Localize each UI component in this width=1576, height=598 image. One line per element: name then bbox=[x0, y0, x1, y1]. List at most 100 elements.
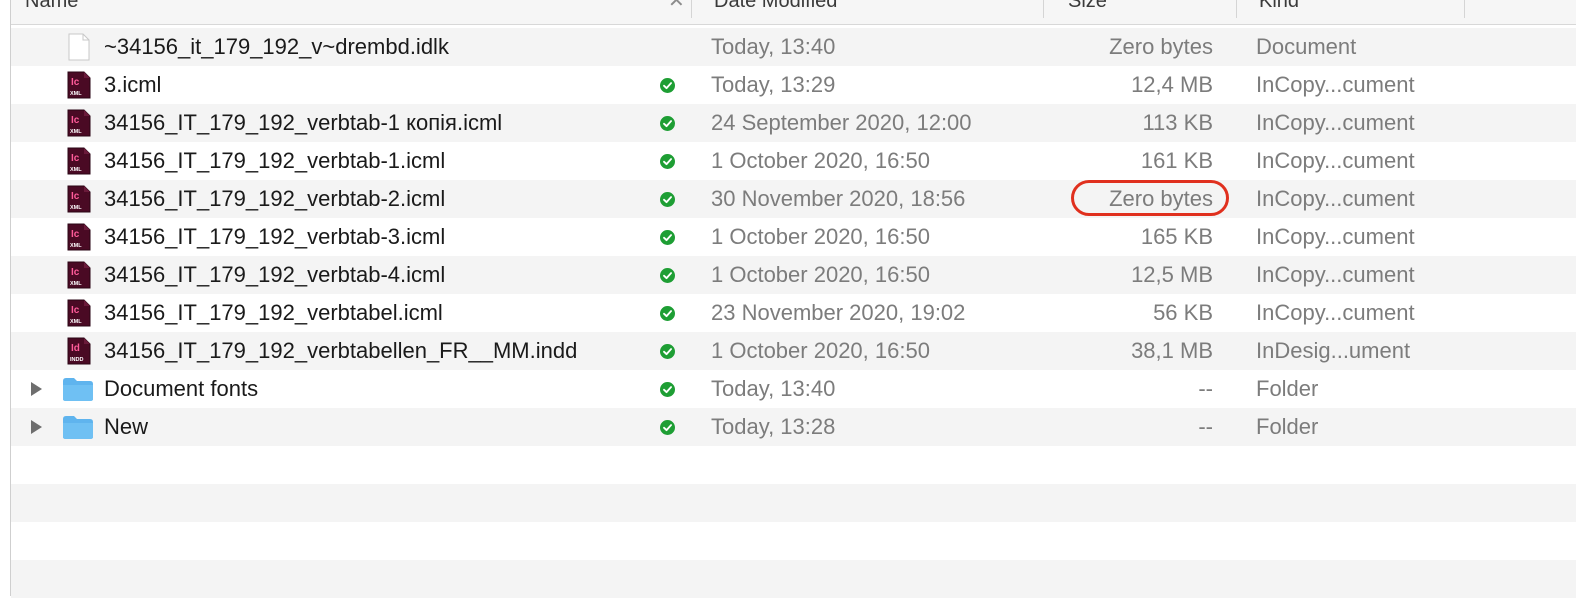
highlight-annotation-ellipse bbox=[1071, 180, 1229, 216]
file-name[interactable]: 34156_IT_179_192_verbtab-2.icml bbox=[104, 180, 445, 218]
file-row[interactable]: Ic XML 34156_IT_179_192_verbtabel.icml 23 N… bbox=[11, 294, 1576, 332]
file-row[interactable]: Ic XML 34156_IT_179_192_verbtab-3.icml 1 Oc… bbox=[11, 218, 1576, 256]
column-divider[interactable] bbox=[691, 0, 692, 18]
file-name[interactable]: 34156_IT_179_192_verbtab-3.icml bbox=[104, 218, 445, 256]
synced-checkmark-icon bbox=[660, 420, 675, 435]
generic-document-icon bbox=[66, 33, 92, 61]
svg-text:XML: XML bbox=[70, 91, 82, 97]
date-modified: 24 September 2020, 12:00 bbox=[711, 110, 972, 135]
file-name[interactable]: 34156_IT_179_192_verbtabel.icml bbox=[104, 294, 443, 332]
incopy-file-icon: Ic XML bbox=[66, 147, 92, 175]
incopy-file-icon: Ic XML bbox=[66, 109, 92, 137]
svg-text:Ic: Ic bbox=[71, 229, 80, 240]
svg-text:Ic: Ic bbox=[71, 267, 80, 278]
file-name[interactable]: 34156_IT_179_192_verbtabellen_FR__MM.ind… bbox=[104, 332, 577, 370]
finder-list-view: Name ✕ Date Modified Size Kind ~34156_it… bbox=[0, 0, 1576, 598]
date-modified: 23 November 2020, 19:02 bbox=[711, 300, 966, 325]
file-size: 165 KB bbox=[1140, 224, 1213, 249]
file-row[interactable]: Ic XML 3.icml Today, 13:29 12,4 MB InCopy...c… bbox=[11, 66, 1576, 104]
file-size: 38,1 MB bbox=[1131, 338, 1213, 363]
incopy-file-icon: Ic XML bbox=[66, 71, 92, 99]
file-name[interactable]: 34156_IT_179_192_verbtab-4.icml bbox=[104, 256, 445, 294]
disclosure-triangle-icon[interactable] bbox=[29, 381, 43, 397]
synced-checkmark-icon bbox=[660, 382, 675, 397]
synced-checkmark-icon bbox=[660, 116, 675, 131]
column-header-kind[interactable]: Kind bbox=[1259, 0, 1299, 13]
disclosure-triangle-icon[interactable] bbox=[29, 419, 43, 435]
column-divider[interactable] bbox=[1464, 0, 1465, 18]
synced-checkmark-icon bbox=[660, 230, 675, 245]
date-modified: 30 November 2020, 18:56 bbox=[711, 186, 966, 211]
file-row[interactable]: ~34156_it_179_192_v~drembd.idlk Today, 13… bbox=[11, 28, 1576, 66]
file-size: 12,4 MB bbox=[1131, 72, 1213, 97]
incopy-file-icon: Ic XML bbox=[66, 261, 92, 289]
svg-text:XML: XML bbox=[70, 129, 82, 135]
file-row[interactable]: Ic XML 34156_IT_179_192_verbtab-1.icml 1 Oc… bbox=[11, 142, 1576, 180]
file-size: 113 KB bbox=[1142, 110, 1213, 135]
svg-text:Id: Id bbox=[71, 343, 80, 354]
file-kind: InCopy...cument bbox=[1256, 300, 1415, 325]
file-kind: InCopy...cument bbox=[1256, 186, 1415, 211]
folder-row[interactable]: Document fonts Today, 13:40 -- Folder bbox=[11, 370, 1576, 408]
date-modified: 1 October 2020, 16:50 bbox=[711, 338, 930, 363]
incopy-file-icon: Ic XML bbox=[66, 223, 92, 251]
file-size: Zero bytes bbox=[1109, 34, 1213, 59]
file-name[interactable]: 3.icml bbox=[104, 66, 161, 104]
svg-text:XML: XML bbox=[70, 281, 82, 287]
empty-row bbox=[11, 522, 1576, 560]
svg-text:XML: XML bbox=[70, 205, 82, 211]
file-name[interactable]: ~34156_it_179_192_v~drembd.idlk bbox=[104, 28, 449, 66]
file-kind: InCopy...cument bbox=[1256, 72, 1415, 97]
date-modified: Today, 13:40 bbox=[711, 34, 836, 59]
file-size: 161 KB bbox=[1140, 148, 1213, 173]
svg-text:XML: XML bbox=[70, 167, 82, 173]
file-kind: InCopy...cument bbox=[1256, 224, 1415, 249]
column-header-name[interactable]: Name bbox=[25, 0, 78, 13]
column-divider[interactable] bbox=[1043, 0, 1044, 18]
synced-checkmark-icon bbox=[660, 78, 675, 93]
svg-text:XML: XML bbox=[70, 243, 82, 249]
svg-text:Ic: Ic bbox=[71, 191, 80, 202]
file-row[interactable]: Id INDD 34156_IT_179_192_verbtabellen_FR__… bbox=[11, 332, 1576, 370]
folder-icon bbox=[62, 375, 94, 403]
file-name[interactable]: 34156_IT_179_192_verbtab-1.icml bbox=[104, 142, 445, 180]
empty-row bbox=[11, 560, 1576, 598]
file-row[interactable]: Ic XML 34156_IT_179_192_verbtab-2.icml 30 N… bbox=[11, 180, 1576, 218]
file-kind: InCopy...cument bbox=[1256, 262, 1415, 287]
sort-close-icon[interactable]: ✕ bbox=[668, 0, 685, 13]
column-header-date[interactable]: Date Modified bbox=[714, 0, 837, 13]
date-modified: Today, 13:40 bbox=[711, 376, 836, 401]
date-modified: 1 October 2020, 16:50 bbox=[711, 262, 930, 287]
column-divider[interactable] bbox=[1236, 0, 1237, 18]
file-row[interactable]: Ic XML 34156_IT_179_192_verbtab-1 копія.ic… bbox=[11, 104, 1576, 142]
file-kind: Document bbox=[1256, 34, 1357, 59]
incopy-file-icon: Ic XML bbox=[66, 185, 92, 213]
svg-text:Ic: Ic bbox=[71, 115, 80, 126]
synced-checkmark-icon bbox=[660, 154, 675, 169]
file-name[interactable]: Document fonts bbox=[104, 370, 258, 408]
synced-checkmark-icon bbox=[660, 344, 675, 359]
synced-checkmark-icon bbox=[660, 306, 675, 321]
file-size: -- bbox=[1198, 414, 1213, 439]
folder-row[interactable]: New Today, 13:28 -- Folder bbox=[11, 408, 1576, 446]
synced-checkmark-icon bbox=[660, 268, 675, 283]
empty-row bbox=[11, 484, 1576, 522]
svg-text:Ic: Ic bbox=[71, 153, 80, 164]
file-kind: Folder bbox=[1256, 376, 1319, 401]
synced-checkmark-icon bbox=[660, 192, 675, 207]
file-list: ~34156_it_179_192_v~drembd.idlk Today, 13… bbox=[11, 28, 1576, 598]
file-kind: InCopy...cument bbox=[1256, 148, 1415, 173]
column-header-size[interactable]: Size bbox=[1068, 0, 1107, 13]
date-modified: Today, 13:28 bbox=[711, 414, 836, 439]
date-modified: 1 October 2020, 16:50 bbox=[711, 224, 930, 249]
column-header: Name ✕ Date Modified Size Kind bbox=[11, 0, 1576, 25]
file-kind: InDesig...ument bbox=[1256, 338, 1411, 363]
svg-text:Ic: Ic bbox=[71, 305, 80, 316]
file-name[interactable]: 34156_IT_179_192_verbtab-1 копія.icml bbox=[104, 104, 502, 142]
file-name[interactable]: New bbox=[104, 408, 148, 446]
svg-text:XML: XML bbox=[70, 319, 82, 325]
empty-row bbox=[11, 446, 1576, 484]
indesign-file-icon: Id INDD bbox=[66, 337, 92, 365]
file-size: 12,5 MB bbox=[1131, 262, 1213, 287]
file-row[interactable]: Ic XML 34156_IT_179_192_verbtab-4.icml 1 Oc… bbox=[11, 256, 1576, 294]
